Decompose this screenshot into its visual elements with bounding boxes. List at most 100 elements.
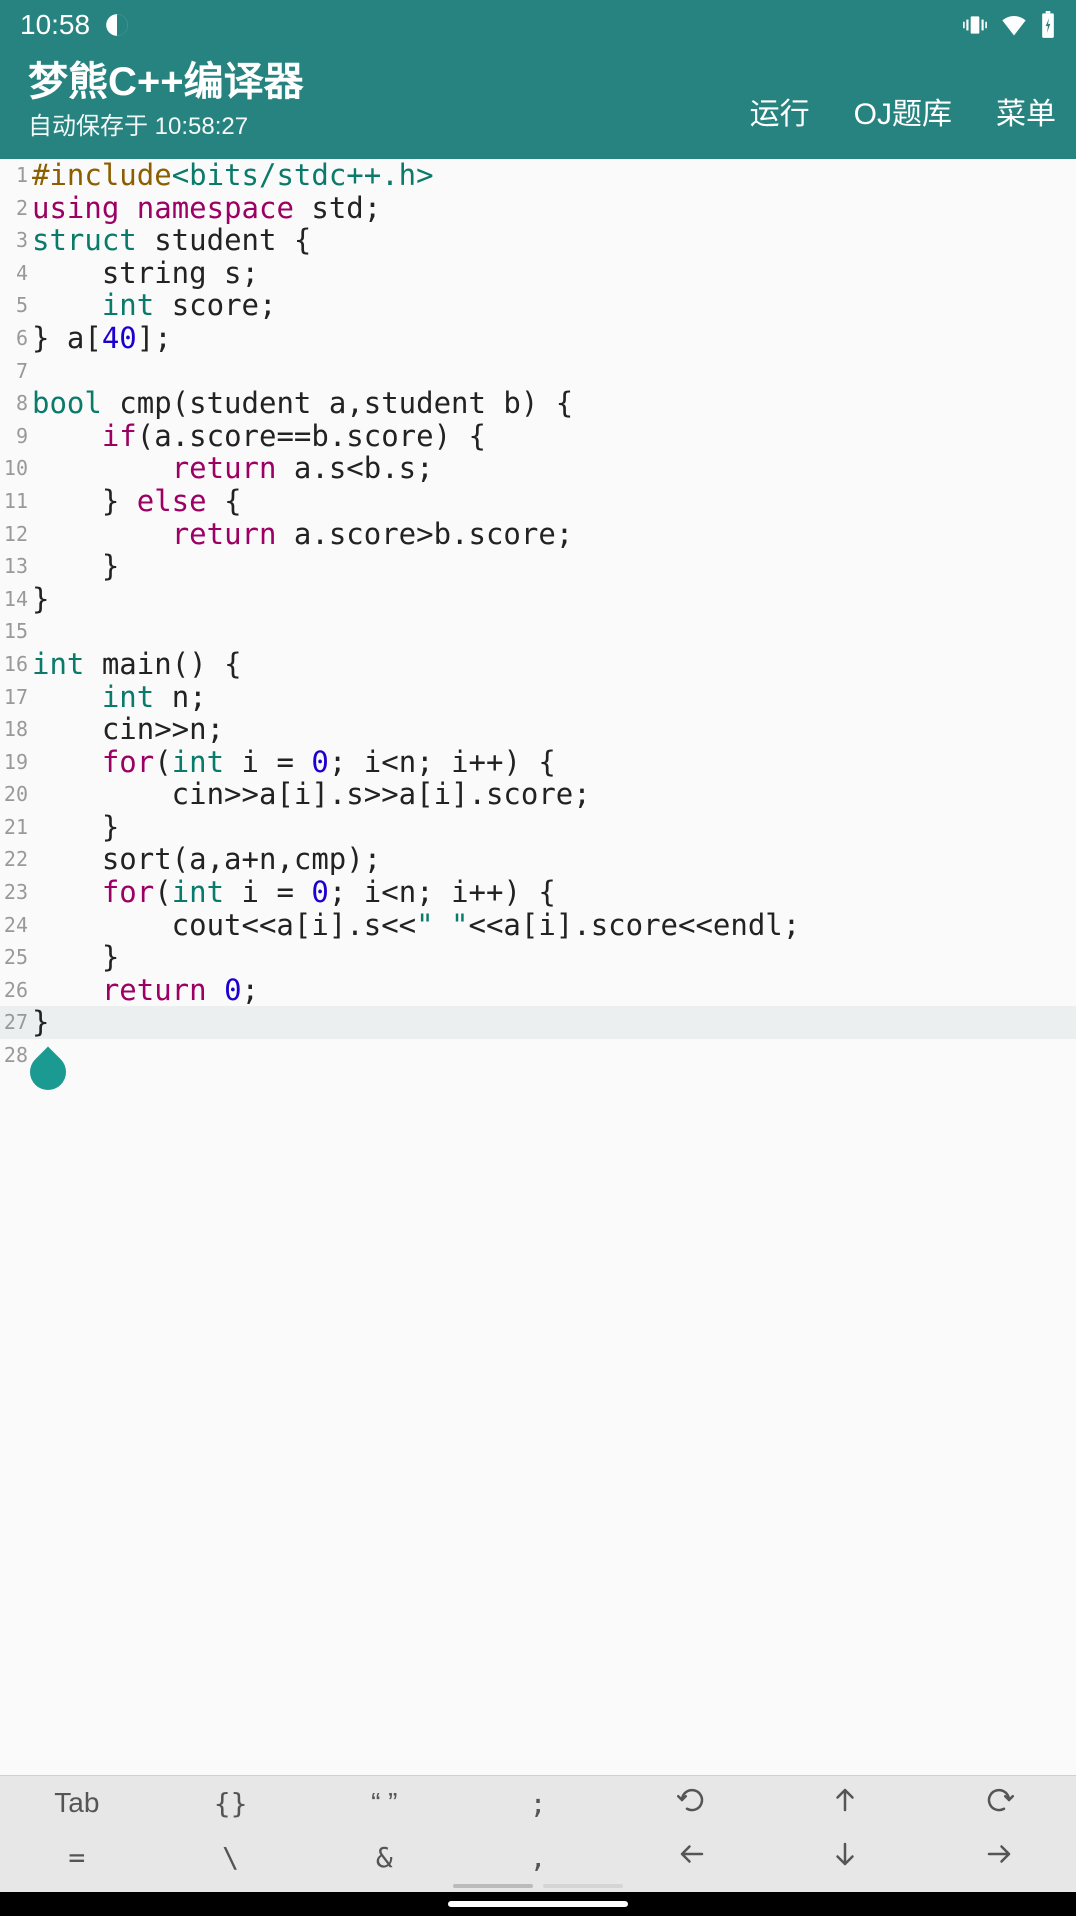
code-line[interactable]: 12 return a.score>b.score; [0,518,1076,551]
code-line[interactable]: 3struct student { [0,224,1076,257]
app-title: 梦熊C++编译器 [28,60,304,104]
code-line[interactable]: 20 cin>>a[i].s>>a[i].score; [0,778,1076,811]
code-content[interactable]: return a.score>b.score; [30,518,573,551]
line-number: 17 [0,681,30,714]
code-line[interactable]: 19 for(int i = 0; i<n; i++) { [0,746,1076,779]
status-bar: 10:58 [0,0,1076,50]
code-line[interactable]: 15 [0,615,1076,648]
code-line[interactable]: 17 int n; [0,681,1076,714]
code-line[interactable]: 25 } [0,941,1076,974]
code-content[interactable]: int score; [30,289,276,322]
code-line[interactable]: 4 string s; [0,257,1076,290]
battery-charging-icon [1040,11,1056,39]
line-number: 22 [0,843,30,876]
code-line[interactable]: 26 return 0; [0,974,1076,1007]
line-number: 3 [0,224,30,257]
code-content[interactable]: } [30,941,119,974]
code-content[interactable]: } [30,583,49,616]
code-line[interactable]: 10 return a.s<b.s; [0,452,1076,485]
line-number: 2 [0,192,30,225]
code-content[interactable]: return 0; [30,974,259,1007]
status-time: 10:58 [20,9,90,41]
line-number: 26 [0,974,30,1007]
oj-library-button[interactable]: OJ题库 [854,89,952,133]
code-line[interactable]: 11 } else { [0,485,1076,518]
key-braces[interactable]: {} [154,1787,308,1820]
code-content[interactable]: return a.s<b.s; [30,452,434,485]
key-tab[interactable]: Tab [0,1787,154,1819]
code-content[interactable]: cin>>a[i].s>>a[i].score; [30,778,591,811]
line-number: 20 [0,778,30,811]
menu-button[interactable]: 菜单 [996,89,1056,133]
code-line[interactable]: 18 cin>>n; [0,713,1076,746]
code-line[interactable]: 16int main() { [0,648,1076,681]
code-content[interactable]: if(a.score==b.score) { [30,420,486,453]
code-line[interactable]: 22 sort(a,a+n,cmp); [0,843,1076,876]
code-content[interactable]: bool cmp(student a,student b) { [30,387,573,420]
line-number: 24 [0,909,30,942]
line-number: 25 [0,941,30,974]
system-nav-bar[interactable] [0,1892,1076,1916]
toolbar-page-indicator[interactable] [0,1884,1076,1892]
code-content[interactable]: for(int i = 0; i<n; i++) { [30,746,556,779]
arrow-right-button[interactable] [922,1839,1076,1876]
code-line[interactable]: 1#include<bits/stdc++.h> [0,159,1076,192]
code-content[interactable]: } else { [30,485,242,518]
key-equals[interactable]: = [0,1841,154,1874]
arrow-left-button[interactable] [615,1839,769,1876]
code-content[interactable]: int main() { [30,648,242,681]
code-content[interactable]: sort(a,a+n,cmp); [30,843,381,876]
line-number: 16 [0,648,30,681]
code-editor[interactable]: 1#include<bits/stdc++.h>2using namespace… [0,159,1076,1775]
line-number: 28 [0,1039,30,1072]
code-line[interactable]: 8bool cmp(student a,student b) { [0,387,1076,420]
home-indicator[interactable] [448,1901,628,1907]
key-comma[interactable]: , [461,1841,615,1874]
key-semicolon[interactable]: ; [461,1787,615,1820]
code-line[interactable]: 5 int score; [0,289,1076,322]
code-content[interactable]: string s; [30,257,259,290]
code-content[interactable]: using namespace std; [30,192,381,225]
code-content[interactable]: } [30,1006,49,1039]
code-content[interactable]: } a[40]; [30,322,172,355]
code-content[interactable] [30,355,32,388]
line-number: 9 [0,420,30,453]
run-button[interactable]: 运行 [750,89,810,133]
code-line[interactable]: 24 cout<<a[i].s<<" "<<a[i].score<<endl; [0,909,1076,942]
code-content[interactable]: int n; [30,681,207,714]
line-number: 14 [0,583,30,616]
line-number: 7 [0,355,30,388]
code-line[interactable]: 21 } [0,811,1076,844]
code-content[interactable]: for(int i = 0; i<n; i++) { [30,876,556,909]
code-line[interactable]: 2using namespace std; [0,192,1076,225]
code-line[interactable]: 7 [0,355,1076,388]
code-content[interactable]: struct student { [30,224,311,257]
key-backslash[interactable]: \ [154,1841,308,1874]
code-content[interactable]: #include<bits/stdc++.h> [30,159,434,192]
code-line[interactable]: 6} a[40]; [0,322,1076,355]
code-line[interactable]: 14} [0,583,1076,616]
undo-button[interactable] [615,1785,769,1822]
code-content[interactable]: cin>>n; [30,713,224,746]
code-content[interactable]: } [30,811,119,844]
arrow-up-button[interactable] [769,1785,923,1822]
code-content[interactable]: cout<<a[i].s<<" "<<a[i].score<<endl; [30,909,800,942]
arrow-down-button[interactable] [769,1839,923,1876]
code-content[interactable] [30,615,32,648]
line-number: 11 [0,485,30,518]
line-number: 15 [0,615,30,648]
line-number: 21 [0,811,30,844]
code-line[interactable]: 13 } [0,550,1076,583]
redo-button[interactable] [922,1785,1076,1822]
code-line[interactable]: 23 for(int i = 0; i<n; i++) { [0,876,1076,909]
app-bar: 梦熊C++编译器 自动保存于 10:58:27 运行 OJ题库 菜单 [0,50,1076,159]
code-line[interactable]: 27} [0,1006,1076,1039]
code-line[interactable]: 28 [0,1039,1076,1072]
code-content[interactable]: } [30,550,119,583]
line-number: 12 [0,518,30,551]
code-line[interactable]: 9 if(a.score==b.score) { [0,420,1076,453]
key-ampersand[interactable]: & [307,1841,461,1874]
app-indicator-icon [104,12,130,38]
key-quotes[interactable]: “ ” [307,1787,461,1819]
line-number: 8 [0,387,30,420]
